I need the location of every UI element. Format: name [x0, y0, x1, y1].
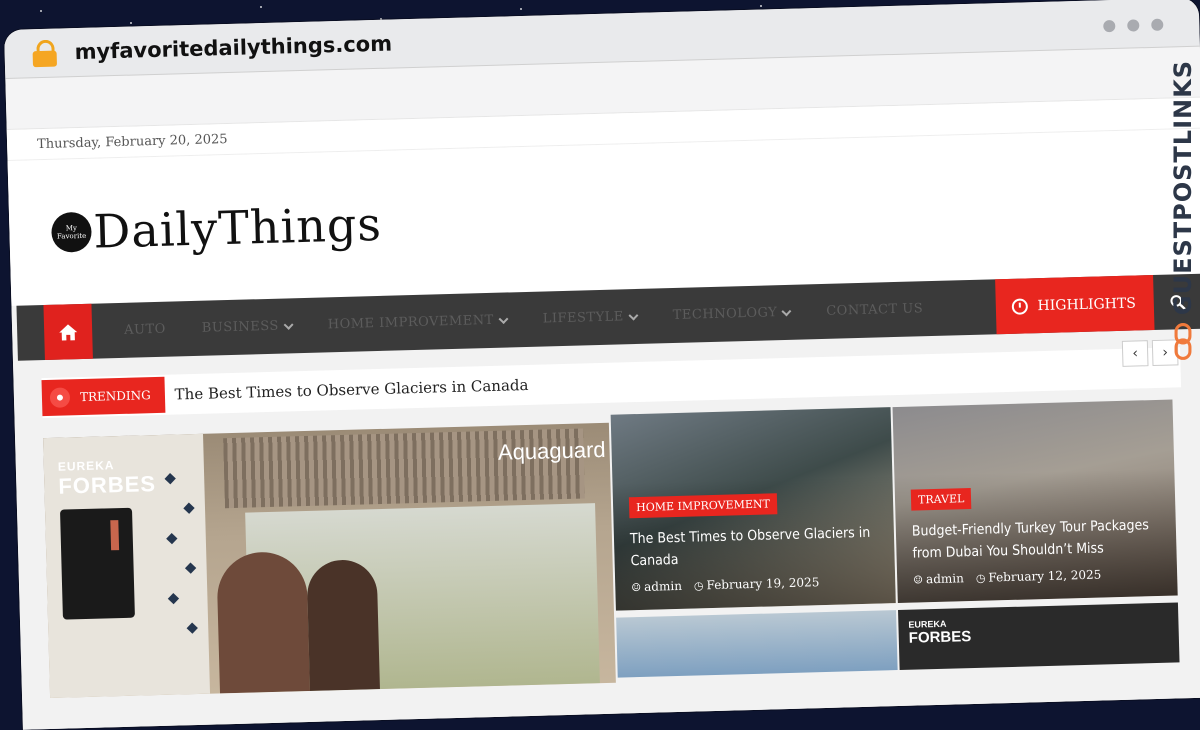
nav-item-home-improvement[interactable]: HOME IMPROVEMENT [310, 312, 525, 333]
post-author[interactable]: ☺ admin [631, 579, 682, 594]
user-icon: ☺ [631, 580, 642, 595]
chevron-down-icon [781, 305, 792, 316]
ticker-prev-button[interactable]: ‹ [1121, 340, 1149, 367]
clock-icon: ◷ [693, 579, 704, 593]
trending-headline-link[interactable]: The Best Times to Observe Glaciers in Ca… [174, 376, 528, 404]
nav-item-lifestyle[interactable]: LIFESTYLE [525, 309, 655, 328]
chevron-down-icon [498, 313, 509, 324]
clock-icon: ◷ [975, 571, 986, 585]
trending-badge: TRENDING [41, 376, 166, 417]
ad-brand-line2: FORBES [908, 628, 972, 647]
record-icon [49, 387, 71, 408]
nav-item-label: TECHNOLOGY [672, 305, 778, 324]
clock-icon [1011, 297, 1028, 315]
highlights-button[interactable]: HIGHLIGHTS [994, 275, 1155, 335]
post-card[interactable]: TRAVEL Budget-Friendly Turkey Tour Packa… [892, 399, 1178, 604]
logo-badge-line2: Favorite [56, 231, 87, 241]
nav-item-business[interactable]: BUSINESS [184, 318, 310, 336]
guestpostlinks-stamp: GUESTPOSTLINKS [1166, 60, 1200, 360]
post-title-link[interactable]: Budget-Friendly Turkey Tour Packages fro… [912, 514, 1165, 565]
nav-item-technology[interactable]: TECHNOLOGY [655, 304, 809, 323]
web-page: Thursday, February 20, 2025 My Favorite … [6, 97, 1200, 730]
site-logo[interactable]: My Favorite DailyThings [50, 196, 383, 259]
home-icon [59, 323, 78, 341]
category-tag[interactable]: HOME IMPROVEMENT [628, 493, 778, 519]
nav-item-label: LIFESTYLE [542, 309, 625, 327]
featured-posts-grid: EUREKA FORBES Aquaguard HOME IMPROVEMENT… [43, 399, 1190, 729]
link-chain-icon [1174, 323, 1192, 360]
post-card[interactable]: HOME IMPROVEMENT The Best Times to Obser… [610, 407, 896, 611]
post-card-body: TRAVEL Budget-Friendly Turkey Tour Packa… [910, 482, 1166, 587]
logo-text: DailyThings [92, 196, 383, 259]
ad-brand-logo: EUREKA FORBES [58, 457, 157, 500]
featured-post-image[interactable]: EUREKA FORBES Aquaguard [43, 422, 616, 698]
post-author[interactable]: ☺ admin [913, 571, 964, 586]
nav-item-label: HOME IMPROVEMENT [327, 312, 495, 333]
nav-item-label: CONTACT US [826, 301, 924, 319]
browser-window: myfavoritedailythings.com Thursday, Febr… [4, 0, 1200, 730]
stamp-text: GUESTPOSTLINKS [1169, 60, 1197, 316]
trending-label: TRENDING [79, 388, 151, 405]
post-card[interactable] [616, 610, 898, 678]
url-text[interactable]: myfavoritedailythings.com [74, 32, 392, 65]
user-icon: ☺ [913, 573, 924, 587]
logo-badge: My Favorite [50, 211, 93, 253]
post-card-body: HOME IMPROVEMENT The Best Times to Obser… [628, 489, 884, 594]
nav-item-label: BUSINESS [201, 318, 280, 336]
category-tag[interactable]: TRAVEL [910, 488, 972, 511]
post-card[interactable]: EUREKA FORBES [898, 602, 1180, 671]
highlights-label: HIGHLIGHTS [1037, 294, 1137, 314]
nav-item-contact-us[interactable]: CONTACT US [808, 301, 941, 320]
water-purifier-image [59, 507, 135, 620]
post-title-link[interactable]: The Best Times to Observe Glaciers in Ca… [630, 521, 883, 572]
nav-item-auto[interactable]: AUTO [106, 321, 184, 338]
ad-brand-line2: FORBES [58, 471, 157, 499]
chevron-down-icon [628, 310, 639, 321]
home-button[interactable] [43, 303, 93, 361]
nav-item-label: AUTO [123, 321, 167, 338]
window-dot-icon[interactable] [1103, 19, 1116, 33]
chevron-down-icon [283, 319, 294, 330]
ad-brand-logo: EUREKA FORBES [908, 618, 971, 647]
window-controls [1103, 18, 1164, 33]
ad-product-name: Aquaguard [497, 436, 606, 465]
lock-icon [32, 39, 58, 68]
current-date: Thursday, February 20, 2025 [36, 131, 228, 152]
window-dot-icon[interactable] [1127, 19, 1140, 32]
person-figure [216, 551, 310, 694]
window-dot-icon[interactable] [1151, 18, 1164, 31]
person-figure [306, 559, 380, 691]
